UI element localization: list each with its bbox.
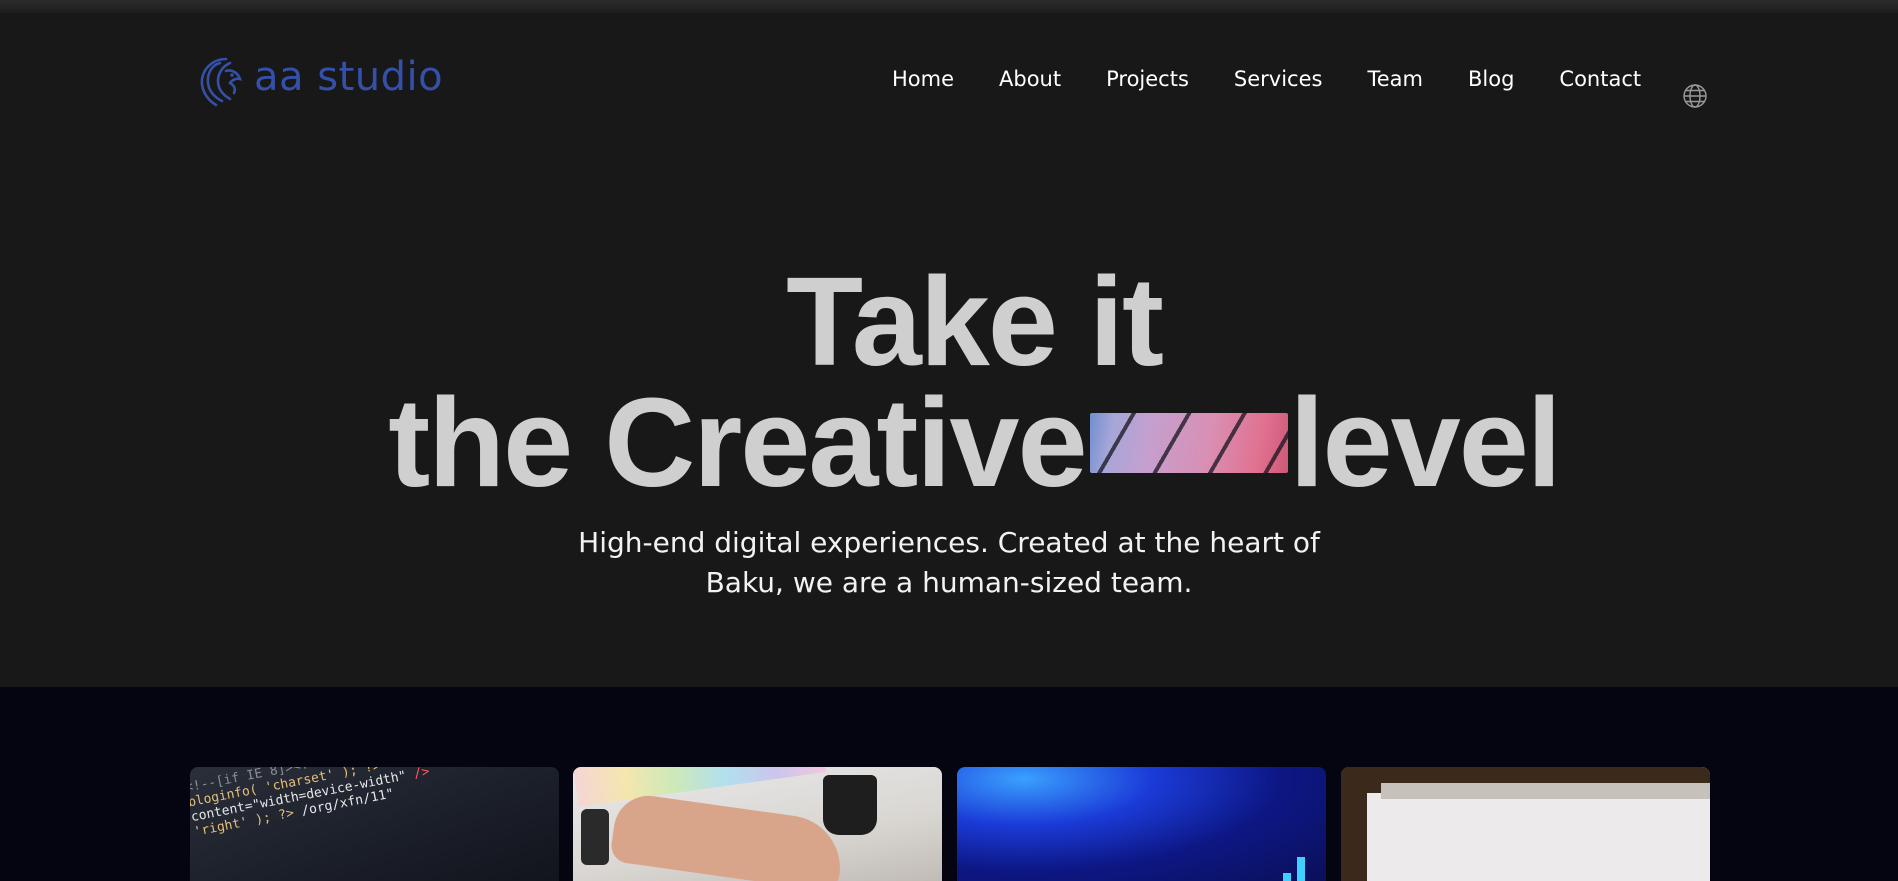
brand-name: aa studio	[254, 54, 444, 100]
nav-services[interactable]: Services	[1234, 69, 1323, 90]
hero-subtitle: High-end digital experiences. Created at…	[0, 523, 1898, 603]
hand-image	[609, 791, 847, 881]
window-sill-image	[1381, 783, 1710, 799]
hero-headline-creative: the Creative	[388, 372, 1087, 513]
hero-headline-line1: Take it	[786, 251, 1164, 392]
coffee-cup-image	[823, 775, 877, 835]
code-snippet-image: <!--[if IE 8]><!--> bloginfo( 'charset' …	[190, 767, 431, 840]
gradient-ribbon-image	[1089, 413, 1288, 473]
globe-icon	[1683, 84, 1707, 108]
nav-team[interactable]: Team	[1367, 69, 1423, 90]
nav-about[interactable]: About	[999, 69, 1061, 90]
site-header: aa studio Home About Projects Services T…	[0, 13, 1898, 133]
project-card-window[interactable]	[1341, 767, 1710, 881]
hero-headline-level: level	[1289, 372, 1562, 513]
main-nav: Home About Projects Services Team Blog C…	[892, 69, 1641, 90]
chart-bar-image	[1283, 873, 1291, 881]
hero-section: Take it the Creative level High-end digi…	[0, 133, 1898, 687]
brand-logo[interactable]: aa studio	[196, 53, 443, 107]
hero-subtitle-line1: High-end digital experiences. Created at…	[578, 526, 1320, 559]
nav-home[interactable]: Home	[892, 69, 954, 90]
nav-projects[interactable]: Projects	[1106, 69, 1189, 90]
color-swatch-image	[573, 767, 827, 807]
watch-image	[581, 809, 609, 865]
language-button[interactable]	[1682, 83, 1708, 109]
project-card-data[interactable]	[957, 767, 1326, 881]
project-card-design[interactable]	[573, 767, 942, 881]
project-card-code[interactable]: <!--[if IE 8]><!--> bloginfo( 'charset' …	[190, 767, 559, 881]
browser-top-strip	[0, 0, 1898, 13]
projects-cards-section: <!--[if IE 8]><!--> bloginfo( 'charset' …	[0, 687, 1898, 881]
hero-headline-line2: the Creative level	[0, 380, 1898, 506]
nav-contact[interactable]: Contact	[1559, 69, 1641, 90]
hero-subtitle-line2: Baku, we are a human-sized team.	[705, 566, 1193, 599]
lion-logo-icon	[200, 57, 242, 107]
chart-bar-image	[1297, 857, 1305, 881]
nav-blog[interactable]: Blog	[1468, 69, 1514, 90]
